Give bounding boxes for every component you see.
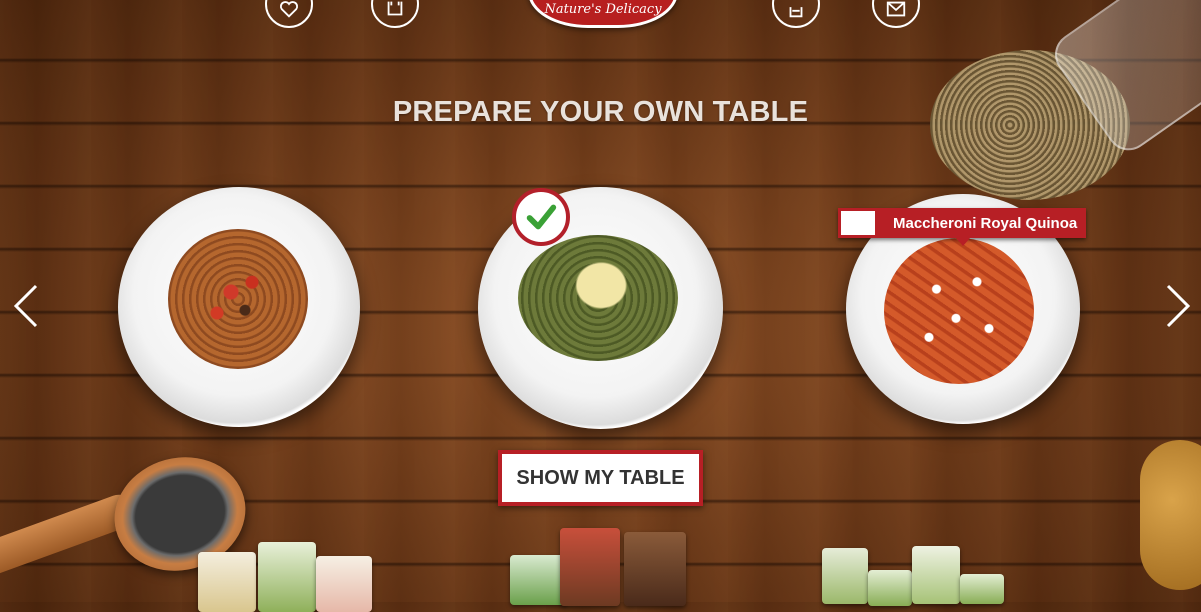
chevron-left-icon	[13, 284, 38, 328]
mail-icon[interactable]	[872, 0, 920, 28]
carousel-next-button[interactable]	[1156, 282, 1196, 330]
product-pack	[960, 574, 1004, 604]
tooltip-pointer	[956, 238, 970, 246]
tooltip-label: Maccheroni Royal Quinoa	[893, 214, 1078, 232]
tooltip-checkbox[interactable]	[841, 211, 875, 235]
carousel-prev-button[interactable]	[8, 282, 48, 330]
chevron-right-icon	[1166, 284, 1191, 328]
brand-logo[interactable]: Nature's Delicacy	[528, 0, 678, 28]
product-pack	[912, 546, 960, 604]
dish-image	[884, 238, 1034, 384]
product-pack	[822, 548, 868, 604]
product-pack	[624, 532, 686, 606]
product-pack	[868, 570, 912, 606]
product-pack	[198, 552, 256, 612]
heart-icon[interactable]	[265, 0, 313, 28]
product-pack	[560, 528, 620, 606]
chef-hat-icon[interactable]	[772, 0, 820, 28]
show-my-table-button[interactable]: SHOW MY TABLE	[498, 450, 703, 506]
dish-image	[168, 229, 308, 369]
logo-tagline: Nature's Delicacy	[544, 2, 662, 17]
bag-icon[interactable]	[371, 0, 419, 28]
dish-image	[518, 235, 678, 361]
product-pack	[316, 556, 372, 612]
page-title: PREPARE YOUR OWN TABLE	[392, 96, 809, 128]
ginger-decoration	[1140, 440, 1201, 590]
selected-check-icon	[512, 188, 570, 246]
dish-plate-fusilli[interactable]	[118, 187, 360, 427]
dish-tooltip: Maccheroni Royal Quinoa	[838, 208, 1086, 238]
